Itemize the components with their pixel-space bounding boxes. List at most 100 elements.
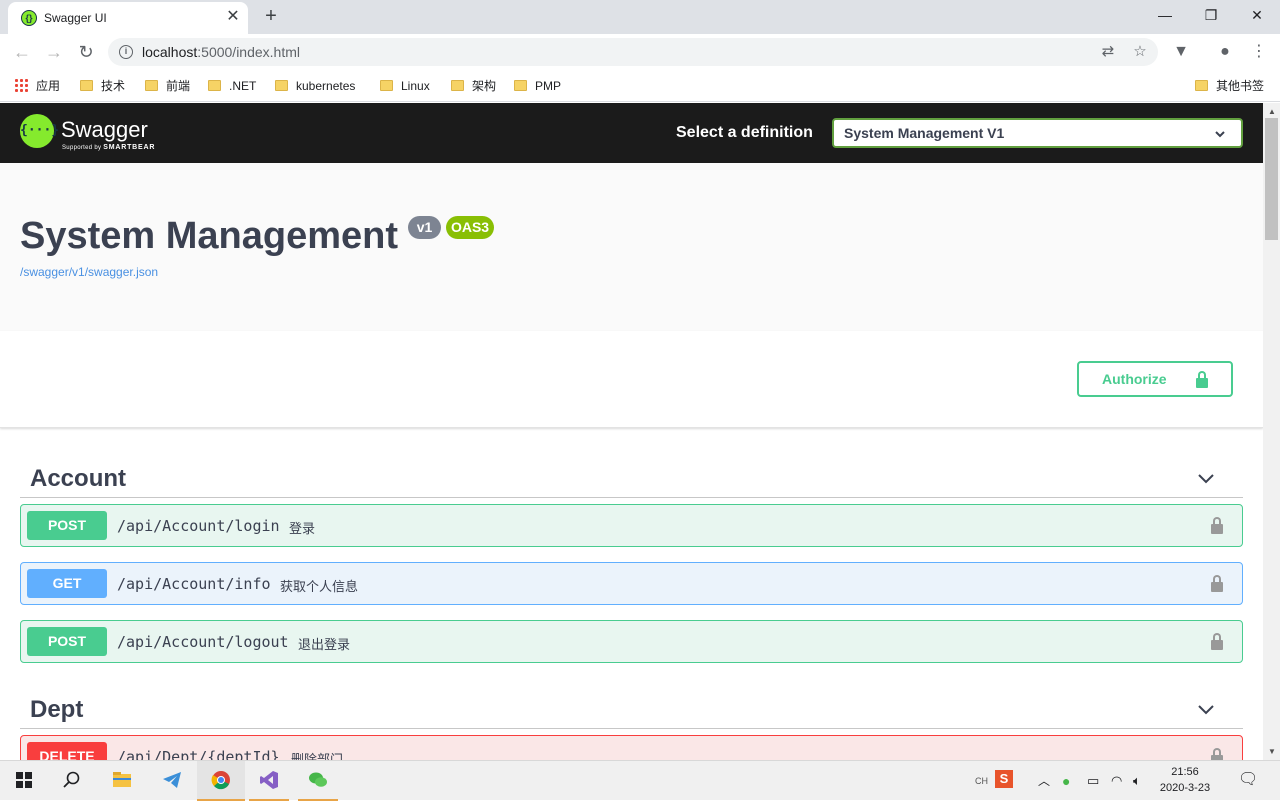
forward-icon[interactable]: →	[42, 40, 66, 64]
method-badge: POST	[27, 627, 107, 656]
wechat-button[interactable]	[294, 761, 342, 801]
new-tab-icon[interactable]: +	[259, 4, 283, 28]
tag-header-account[interactable]: Account	[20, 458, 1243, 498]
bookmark-label: .NET	[229, 79, 257, 93]
swagger-logo-text[interactable]: Swagger	[61, 117, 148, 143]
visual-studio-button[interactable]	[245, 761, 293, 801]
bookmark-folder[interactable]: 技术	[80, 77, 125, 95]
operation-post-login[interactable]: POST /api/Account/login 登录	[20, 504, 1243, 547]
bookmark-apps[interactable]: 应用	[14, 77, 60, 95]
wechat-icon	[309, 772, 327, 787]
folder-icon	[80, 80, 93, 91]
reload-icon[interactable]: ↻	[74, 40, 98, 64]
operation-get-info[interactable]: GET /api/Account/info 获取个人信息	[20, 562, 1243, 605]
other-bookmarks[interactable]: 其他书签	[1195, 77, 1264, 95]
search-button[interactable]	[48, 761, 96, 801]
battery-icon[interactable]: ▭	[1087, 771, 1099, 791]
bookmark-label: Linux	[401, 79, 430, 93]
swagger-logo-sub: Supported by SMARTBEAR	[62, 144, 155, 151]
operation-path: /api/Dept/{deptId}	[117, 748, 280, 760]
system-clock[interactable]: 21:56 2020-3-23	[1150, 764, 1220, 796]
swagger-logo-icon[interactable]: {···}	[20, 114, 59, 148]
menu-kebab-icon[interactable]: ⋮	[1247, 40, 1271, 64]
telegram-button[interactable]	[148, 761, 196, 801]
definition-select[interactable]: System Management V1	[832, 118, 1243, 148]
bookmark-label: 技术	[101, 79, 126, 93]
tray-expand-icon[interactable]: ︿	[1038, 771, 1050, 791]
operation-path: /api/Account/logout	[117, 633, 289, 651]
wechat-tray-icon[interactable]: ●	[1062, 771, 1070, 791]
folder-icon	[275, 80, 288, 91]
lock-icon[interactable]	[1211, 633, 1223, 650]
volume-icon[interactable]: 🔈︎	[1133, 771, 1141, 791]
start-button[interactable]	[0, 761, 48, 801]
authorize-label: Authorize	[1102, 371, 1167, 387]
operation-summary: 退出登录	[298, 637, 351, 652]
address-bar[interactable]: i localhost:5000/index.html ⇄ ☆	[108, 38, 1158, 66]
windows-logo-icon	[16, 772, 32, 788]
extension-icon[interactable]: ▼	[1169, 40, 1193, 64]
bookmark-label: 前端	[166, 79, 191, 93]
bookmark-star-icon[interactable]: ☆	[1130, 42, 1150, 62]
send-plane-icon	[163, 772, 181, 788]
bookmark-folder[interactable]: .NET	[208, 77, 256, 95]
bookmark-label: 其他书签	[1216, 79, 1265, 93]
bookmark-label: kubernetes	[296, 79, 356, 93]
apps-grid-icon	[14, 78, 28, 92]
api-title: System Management	[20, 215, 399, 257]
lock-open-icon	[1196, 371, 1208, 388]
notifications-icon[interactable]: 🗨︎	[1238, 770, 1258, 790]
tag-header-dept[interactable]: Dept	[20, 689, 1243, 729]
bookmark-folder[interactable]: kubernetes	[275, 77, 355, 95]
scrollbar-thumb[interactable]	[1265, 118, 1278, 240]
method-badge: POST	[27, 511, 107, 540]
profile-icon[interactable]: ●	[1213, 40, 1237, 64]
browser-tab[interactable]: {} Swagger UI ✕	[8, 2, 248, 34]
ime-indicator[interactable]: CH	[975, 771, 988, 791]
scroll-down-icon[interactable]: ▼	[1268, 747, 1276, 756]
url-text[interactable]: localhost:5000/index.html	[142, 44, 300, 60]
folder-icon	[380, 80, 393, 91]
method-badge: GET	[27, 569, 107, 598]
lock-icon[interactable]	[1211, 575, 1223, 592]
bookmark-folder[interactable]: 前端	[145, 77, 190, 95]
tag-name: Dept	[30, 696, 84, 723]
scroll-up-icon[interactable]: ▲	[1268, 107, 1276, 116]
bookmark-folder[interactable]: 架构	[451, 77, 496, 95]
close-window-icon[interactable]: ✕	[1237, 4, 1277, 26]
url-path: :5000/index.html	[197, 44, 300, 60]
operation-path: /api/Account/login	[117, 517, 280, 535]
page-scrollbar[interactable]: ▲ ▼	[1263, 103, 1280, 760]
swagger-topbar: {···} Swagger Supported by SMARTBEAR Sel…	[0, 103, 1263, 163]
authorize-button[interactable]: Authorize	[1077, 361, 1233, 397]
operation-post-logout[interactable]: POST /api/Account/logout 退出登录	[20, 620, 1243, 663]
operation-summary: 获取个人信息	[280, 579, 359, 594]
folder-icon	[451, 80, 464, 91]
logo-sub-prefix: Supported by	[62, 145, 102, 151]
chevron-down-icon[interactable]	[1196, 699, 1216, 719]
translate-icon[interactable]: ⇄	[1098, 42, 1118, 62]
folder-icon	[208, 80, 221, 91]
restore-icon[interactable]: ❐	[1191, 4, 1231, 26]
file-explorer-icon	[113, 772, 131, 787]
spec-link[interactable]: /swagger/v1/swagger.json	[20, 265, 158, 279]
bookmark-folder[interactable]: PMP	[514, 77, 561, 95]
sogou-input-icon[interactable]: S	[995, 770, 1013, 788]
bookmark-folder[interactable]: Linux	[380, 77, 430, 95]
minimize-icon[interactable]: —	[1145, 4, 1185, 26]
lock-icon[interactable]	[1211, 517, 1223, 534]
oas-badge: OAS3	[446, 216, 494, 239]
close-tab-icon[interactable]: ✕	[224, 8, 242, 26]
chevron-down-icon[interactable]	[1196, 468, 1216, 488]
chrome-button[interactable]	[197, 761, 245, 801]
swagger-page: {···} Swagger Supported by SMARTBEAR Sel…	[0, 103, 1263, 760]
operation-path: /api/Account/info	[117, 575, 271, 593]
windows-taskbar: CH S ︿ ● ▭ ◠ 🔈︎ 21:56 2020-3-23 🗨︎	[0, 760, 1280, 801]
back-icon[interactable]: ←	[10, 40, 34, 64]
bookmark-label: PMP	[535, 79, 562, 93]
wifi-icon[interactable]: ◠	[1111, 771, 1122, 791]
file-explorer-button[interactable]	[98, 761, 146, 801]
operation-delete-dept[interactable]: DELETE /api/Dept/{deptId} 删除部门	[20, 735, 1243, 760]
site-info-icon[interactable]: i	[119, 45, 133, 59]
bookmarks-bar: 应用 技术 前端 .NET kubernetes Linux 架构 PMP 其他…	[0, 70, 1280, 102]
